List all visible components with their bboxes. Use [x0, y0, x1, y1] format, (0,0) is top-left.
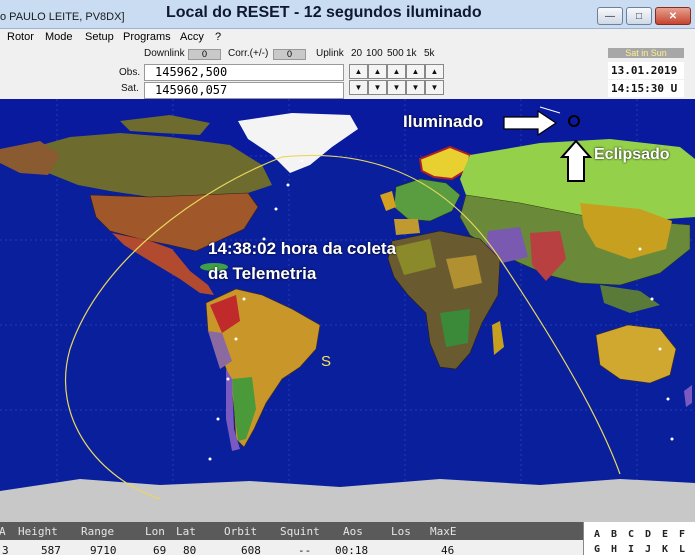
selector-a[interactable]: A: [594, 529, 600, 540]
step-down-button-3[interactable]: ▼: [387, 80, 406, 95]
menu-item-accy[interactable]: Accy: [180, 31, 204, 43]
uplink-label: Uplink: [316, 48, 344, 59]
header-lon: Lon: [145, 525, 165, 538]
date-display: 13.01.2019: [608, 62, 684, 79]
header-aos: Aos: [343, 525, 363, 538]
sun-position-letter: S: [321, 353, 332, 370]
step-100[interactable]: 100: [366, 48, 383, 59]
value-aos: 00:18: [335, 544, 369, 555]
maximize-icon: □: [635, 10, 643, 22]
menu-item-programs[interactable]: Programs: [123, 31, 171, 43]
value-height: 587: [41, 544, 61, 555]
menu-bar: Rotor Mode Setup Programs Accy ?: [0, 29, 695, 45]
corr-label: Corr.(+/-): [228, 48, 269, 59]
step-up-button-2[interactable]: ▲: [368, 64, 387, 79]
maximize-button[interactable]: □: [626, 7, 652, 25]
corr-value[interactable]: 0: [273, 49, 306, 60]
close-button[interactable]: ✕: [655, 7, 691, 25]
satellite-selector-grid: A B C D E F G H I J K L: [583, 522, 695, 555]
step-up-button-4[interactable]: ▲: [406, 64, 425, 79]
menu-item-mode[interactable]: Mode: [45, 31, 73, 43]
value-a: 3: [2, 544, 9, 555]
selector-f[interactable]: F: [679, 529, 685, 540]
value-lat: 80: [183, 544, 197, 555]
step-down-button-2[interactable]: ▼: [368, 80, 387, 95]
iberia: [394, 219, 420, 235]
value-lon: 69: [153, 544, 167, 555]
minimize-button[interactable]: —: [597, 7, 623, 25]
sat-in-sun-indicator: Sat in Sun: [608, 48, 684, 58]
menu-item-setup[interactable]: Setup: [85, 31, 114, 43]
step-5k[interactable]: 5k: [424, 48, 435, 59]
sat-frequency-field[interactable]: 145960,057: [144, 82, 344, 99]
selector-j[interactable]: J: [645, 544, 651, 555]
minimize-icon: —: [605, 10, 615, 22]
selector-g[interactable]: G: [594, 544, 600, 555]
title-bar: o PAULO LEITE, PV8DX] Local do RESET - 1…: [0, 0, 695, 29]
menu-item-rotor[interactable]: Rotor: [7, 31, 34, 43]
selector-c[interactable]: C: [628, 529, 634, 540]
world-map[interactable]: Iluminado Eclipsado 14:38:02 hora da col…: [0, 99, 695, 522]
header-orbit: Orbit: [224, 525, 258, 538]
time-display: 14:15:30 U: [608, 80, 684, 97]
map-graphic: [0, 99, 695, 522]
telemetry-header: A Height Range Lon Lat Orbit Squint Aos …: [0, 522, 583, 540]
value-maxe: 46: [441, 544, 455, 555]
header-los: Los: [391, 525, 411, 538]
value-range: 9710: [90, 544, 117, 555]
frequency-controls: Downlink 0 Corr.(+/-) 0 Uplink 20 100 50…: [0, 45, 695, 99]
step-down-button-4[interactable]: ▼: [406, 80, 425, 95]
step-down-button-5[interactable]: ▼: [425, 80, 444, 95]
menu-item-help[interactable]: ?: [215, 31, 221, 43]
annotation-coleta-line2: da Telemetria: [208, 264, 317, 283]
annotation-iluminado: Iluminado: [403, 112, 484, 131]
selector-l[interactable]: L: [679, 544, 685, 555]
header-squint: Squint: [280, 525, 320, 538]
step-up-button-5[interactable]: ▲: [425, 64, 444, 79]
window-title-left: o PAULO LEITE, PV8DX]: [0, 11, 125, 23]
selector-h[interactable]: H: [611, 544, 617, 555]
window-title: Local do RESET - 12 segundos iluminado: [166, 4, 482, 21]
header-height: Height: [18, 525, 58, 538]
header-range: Range: [81, 525, 115, 538]
selector-k[interactable]: K: [662, 544, 668, 555]
downlink-label: Downlink: [144, 48, 185, 59]
obs-label: Obs.: [119, 67, 141, 78]
header-maxe: MaxE: [430, 525, 457, 538]
step-500[interactable]: 500: [387, 48, 404, 59]
header-lat: Lat: [176, 525, 196, 538]
step-up-button-1[interactable]: ▲: [349, 64, 368, 79]
downlink-value[interactable]: 0: [188, 49, 221, 60]
selector-d[interactable]: D: [645, 529, 651, 540]
selector-i[interactable]: I: [628, 544, 634, 555]
annotation-coleta-line1: 14:38:02 hora da coleta: [208, 239, 397, 258]
close-icon: ✕: [668, 10, 678, 22]
obs-frequency-field[interactable]: 145962,500: [144, 64, 344, 81]
step-down-button-1[interactable]: ▼: [349, 80, 368, 95]
selector-b[interactable]: B: [611, 529, 617, 540]
step-up-button-3[interactable]: ▲: [387, 64, 406, 79]
selector-e[interactable]: E: [662, 529, 668, 540]
header-a: A: [0, 525, 6, 538]
telemetry-table: A Height Range Lon Lat Orbit Squint Aos …: [0, 522, 583, 555]
sat-label: Sat.: [121, 83, 139, 94]
step-20[interactable]: 20: [351, 48, 362, 59]
value-squint: --: [298, 544, 312, 555]
step-1k[interactable]: 1k: [406, 48, 417, 59]
annotation-eclipsado: Eclipsado: [594, 146, 670, 163]
value-orbit: 608: [241, 544, 261, 555]
